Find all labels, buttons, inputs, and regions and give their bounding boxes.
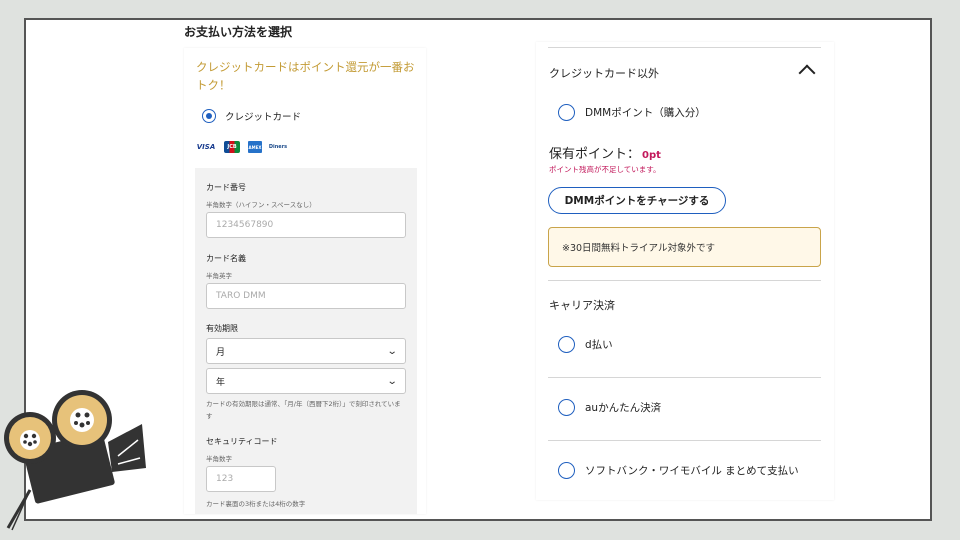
- credit-card-option[interactable]: クレジットカード: [202, 109, 301, 123]
- jcb-logo: JCB: [224, 141, 240, 153]
- amex-logo: AMEX: [248, 141, 262, 153]
- card-name-input[interactable]: TARO DMM: [206, 283, 406, 309]
- expiry-year-select[interactable]: 年 ⌄: [206, 368, 406, 394]
- carrier-option-au[interactable]: auかんたん決済: [558, 399, 661, 416]
- security-code-label: セキュリティコード: [206, 437, 278, 446]
- section-carrier-header: キャリア決済: [549, 299, 615, 312]
- security-code-input[interactable]: 123: [206, 466, 276, 492]
- trial-notice: ※30日間無料トライアル対象外です: [548, 227, 821, 267]
- dmm-points-radio[interactable]: [558, 104, 575, 121]
- carrier-option-d[interactable]: d払い: [558, 336, 613, 353]
- card-form: カード番号 半角数字（ハイフン・スペースなし） 1234567890 カード名義…: [195, 168, 417, 514]
- au-pay-label: auかんたん決済: [585, 402, 662, 414]
- chevron-down-icon: ⌄: [386, 345, 398, 357]
- held-points: 保有ポイント： 0pt: [549, 143, 661, 162]
- other-payment-panel: クレジットカード以外 DMMポイント（購入分） 保有ポイント： 0pt ポイント…: [536, 42, 834, 500]
- d-pay-label: d払い: [585, 339, 613, 351]
- page-title: お支払い方法を選択: [184, 25, 293, 39]
- softbank-pay-radio[interactable]: [558, 462, 575, 479]
- dmm-points-option[interactable]: DMMポイント（購入分）: [558, 104, 706, 121]
- dmm-points-label: DMMポイント（購入分）: [585, 107, 706, 119]
- divider: [548, 280, 821, 281]
- held-points-value: 0pt: [642, 150, 661, 161]
- security-code-note: カード裏面の3桁または4桁の数字: [206, 500, 306, 508]
- au-pay-radio[interactable]: [558, 399, 575, 416]
- credit-card-radio[interactable]: [202, 109, 216, 123]
- divider: [548, 440, 821, 441]
- expiry-month-select[interactable]: 月 ⌄: [206, 338, 406, 364]
- diners-logo: Diners: [268, 144, 288, 150]
- insufficient-warning: ポイント残高が不足しています。: [549, 165, 661, 174]
- card-name-label: カード名義: [206, 254, 246, 263]
- credit-card-label: クレジットカード: [225, 112, 302, 123]
- security-code-hint: 半角数字: [206, 455, 232, 463]
- softbank-pay-label: ソフトバンク・ワイモバイル まとめて支払い: [585, 465, 799, 477]
- card-number-hint: 半角数字（ハイフン・スペースなし）: [206, 201, 316, 209]
- section-other-header[interactable]: クレジットカード以外: [549, 65, 659, 81]
- expiry-month-value: 月: [216, 347, 226, 358]
- chevron-up-icon[interactable]: [798, 64, 816, 82]
- carrier-option-softbank[interactable]: ソフトバンク・ワイモバイル まとめて支払い: [558, 462, 799, 479]
- credit-card-panel: クレジットカードはポイント還元が一番おトク！ クレジットカード VISA JCB…: [184, 48, 426, 514]
- expiry-year-value: 年: [216, 377, 226, 388]
- card-number-label: カード番号: [206, 183, 246, 192]
- card-number-input[interactable]: 1234567890: [206, 212, 406, 238]
- divider: [548, 377, 821, 378]
- card-brands: VISA JCB AMEX Diners: [196, 141, 288, 153]
- charge-points-button[interactable]: DMMポイントをチャージする: [548, 187, 726, 214]
- held-points-label: 保有ポイント：: [549, 147, 641, 162]
- movie-camera-icon: [4, 390, 146, 531]
- d-pay-radio[interactable]: [558, 336, 575, 353]
- divider: [548, 47, 821, 48]
- chevron-down-icon: ⌄: [386, 375, 398, 387]
- visa-logo: VISA: [196, 143, 216, 151]
- promo-text: クレジットカードはポイント還元が一番おトク！: [196, 60, 415, 92]
- expiry-label: 有効期限: [206, 324, 238, 333]
- expiry-note: カードの有効期限は通常、「月/年（西暦下2桁）」で刻印されています: [206, 400, 401, 420]
- card-name-hint: 半角英字: [206, 272, 232, 280]
